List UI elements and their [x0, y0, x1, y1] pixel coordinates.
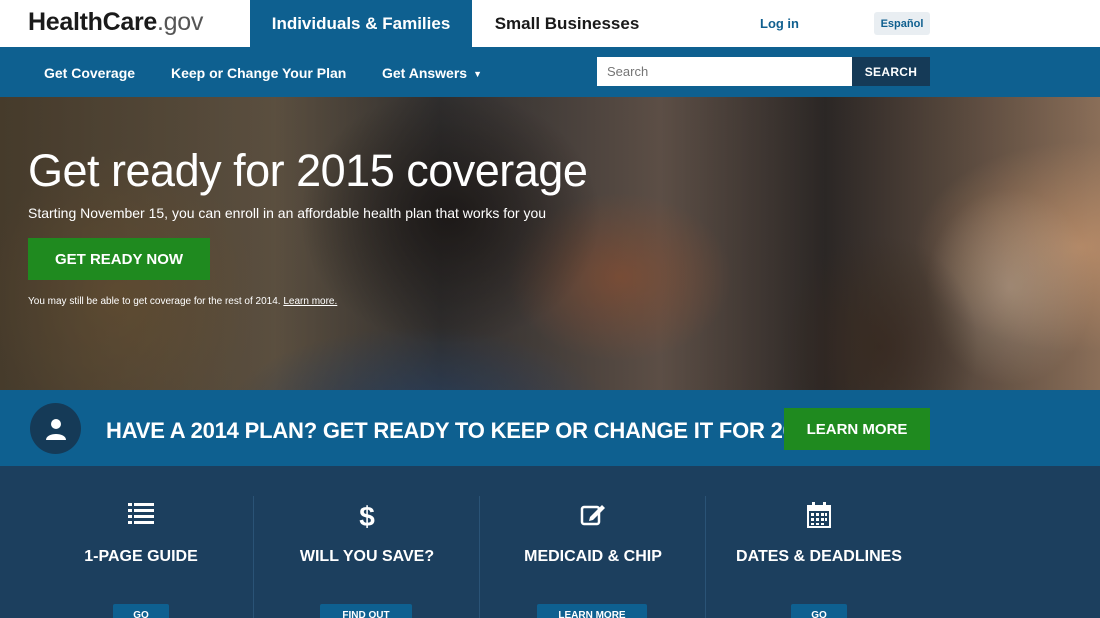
dollar-icon: $: [254, 502, 480, 530]
feature-go-button[interactable]: GO: [791, 604, 847, 618]
logo-suffix-text: .gov: [157, 8, 204, 36]
hero-learn-more-link[interactable]: Learn more.: [283, 296, 337, 307]
learn-more-button[interactable]: LEARN MORE: [784, 408, 930, 450]
nav-keep-change-plan[interactable]: Keep or Change Your Plan: [171, 65, 346, 81]
plan-banner: HAVE A 2014 PLAN? GET READY TO KEEP OR C…: [0, 390, 1100, 466]
nav-get-answers[interactable]: Get Answers ▼: [382, 65, 482, 81]
user-icon: [30, 403, 81, 454]
feature-find-out-button[interactable]: FIND OUT: [320, 604, 412, 618]
feature-medicaid-chip[interactable]: MEDICAID & CHIP LEARN MORE: [480, 466, 706, 618]
hero-note-text: You may still be able to get coverage fo…: [28, 296, 281, 307]
feature-label: MEDICAID & CHIP: [524, 548, 662, 565]
features-section: 1-PAGE GUIDE GO $ WILL YOU SAVE? FIND OU…: [0, 466, 1100, 618]
feature-dates-deadlines[interactable]: DATES & DEADLINES GO: [706, 466, 932, 618]
feature-go-button[interactable]: GO: [113, 604, 169, 618]
feature-will-you-save[interactable]: $ WILL YOU SAVE? FIND OUT: [254, 466, 480, 618]
logo-main-text: HealthCare: [28, 8, 157, 36]
svg-text:$: $: [359, 502, 375, 530]
get-ready-now-button[interactable]: GET READY NOW: [28, 238, 210, 280]
hero-title: Get ready for 2015 coverage: [28, 145, 588, 196]
nav-get-answers-label: Get Answers: [382, 65, 468, 81]
nav-get-coverage[interactable]: Get Coverage: [44, 65, 135, 81]
list-icon: [28, 502, 254, 524]
feature-one-page-guide[interactable]: 1-PAGE GUIDE GO: [28, 466, 254, 618]
calendar-icon: [706, 502, 932, 528]
hero-subtitle: Starting November 15, you can enroll in …: [28, 205, 547, 221]
tab-individuals-families[interactable]: Individuals & Families: [250, 0, 472, 47]
healthcare-logo[interactable]: HealthCare.gov: [28, 8, 203, 37]
edit-icon: [480, 502, 706, 526]
login-link[interactable]: Log in: [760, 16, 799, 31]
search-input[interactable]: [597, 57, 852, 86]
feature-label: DATES & DEADLINES: [736, 548, 902, 565]
feature-learn-more-button[interactable]: LEARN MORE: [537, 604, 647, 618]
tab-small-businesses[interactable]: Small Businesses: [472, 0, 662, 47]
caret-down-icon: ▼: [473, 69, 482, 79]
top-bar: HealthCare.gov Individuals & Families Sm…: [0, 0, 1100, 47]
search-button[interactable]: SEARCH: [852, 57, 930, 86]
banner-headline: HAVE A 2014 PLAN? GET READY TO KEEP OR C…: [106, 418, 819, 443]
main-nav: Get Coverage Keep or Change Your Plan Ge…: [0, 47, 1100, 97]
language-toggle-button[interactable]: Español: [874, 12, 930, 35]
hero-section: Get ready for 2015 coverage Starting Nov…: [0, 97, 1100, 390]
feature-label: WILL YOU SAVE?: [299, 548, 435, 565]
feature-label: 1-PAGE GUIDE: [84, 548, 198, 565]
hero-note: You may still be able to get coverage fo…: [28, 296, 337, 307]
